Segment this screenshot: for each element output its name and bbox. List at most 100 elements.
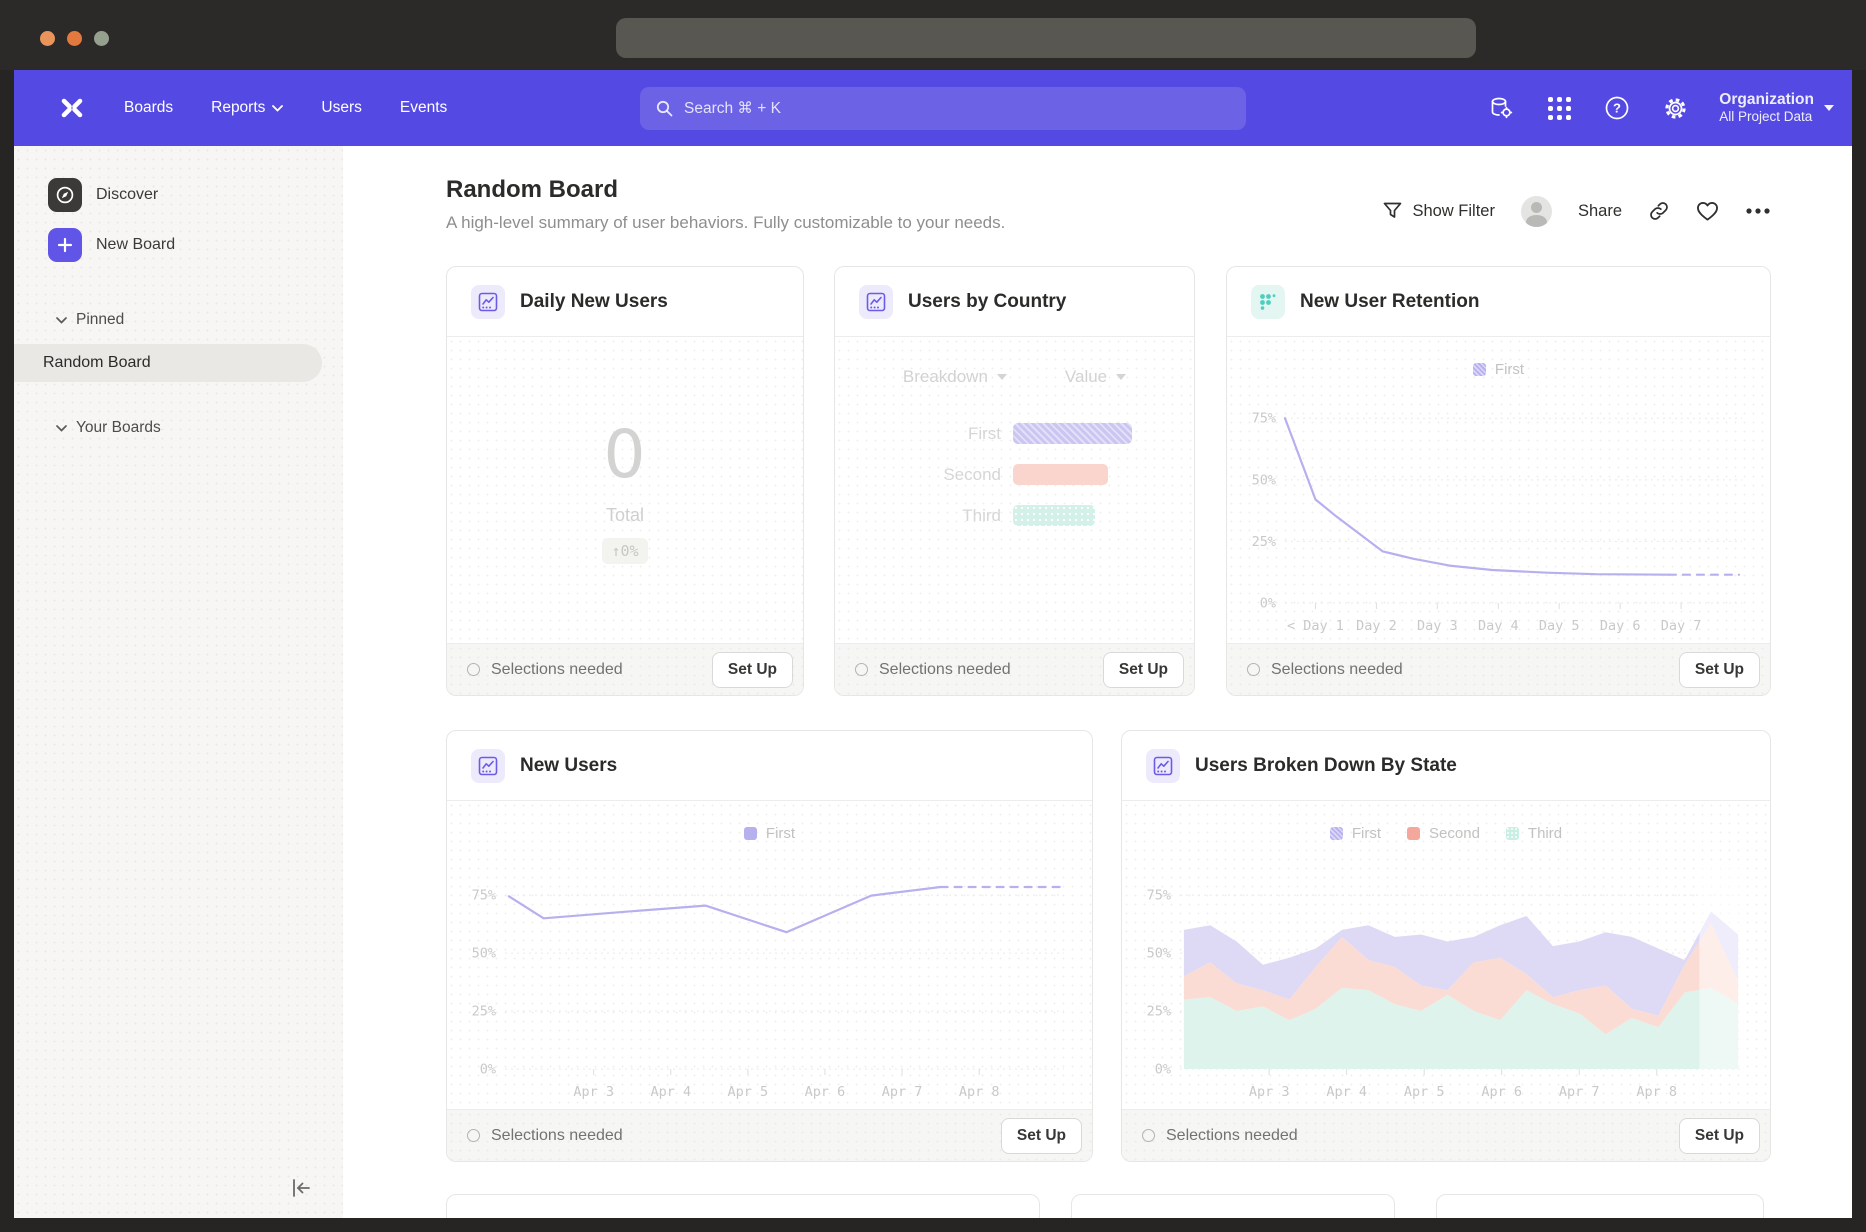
browser-address-bar[interactable] [616,18,1476,58]
svg-text:Day 6: Day 6 [1600,618,1641,634]
legend-swatch-first [1330,827,1343,840]
bar-first [1013,423,1132,444]
new-users-line-chart: 0%25%50%75%Apr 3Apr 4Apr 5Apr 6Apr 7Apr … [459,853,1078,1101]
page-title: Random Board [446,176,1005,204]
share-button[interactable]: Share [1578,202,1622,221]
svg-text:50%: 50% [1252,472,1276,488]
window-close-button[interactable] [40,31,55,46]
data-management-icon[interactable] [1487,94,1515,122]
line-chart-icon [471,285,505,319]
value-dropdown[interactable]: Value [1065,367,1126,387]
metric-label: Total [606,505,644,526]
card-new-user-retention: New User Retention First 0%25%50%75%< Da… [1226,266,1771,696]
svg-text:75%: 75% [1147,888,1171,904]
svg-text:0%: 0% [1260,596,1276,612]
status-circle-icon [467,663,480,676]
status-selections-needed: Selections needed [467,661,623,679]
legend-swatch-second [1407,827,1420,840]
nav-item-reports-label: Reports [211,99,265,117]
show-filter-button[interactable]: Show Filter [1383,202,1495,221]
stacked-area-chart: 0%25%50%75%Apr 3Apr 4Apr 5Apr 6Apr 7Apr … [1134,853,1756,1101]
page-subtitle: A high-level summary of user behaviors. … [446,213,1005,233]
chevron-down-icon [272,105,283,112]
favorite-heart-icon[interactable] [1696,201,1719,222]
help-icon[interactable]: ? [1603,94,1631,122]
search-input[interactable]: Search ⌘ + K [640,87,1246,130]
search-icon [656,100,673,117]
set-up-button[interactable]: Set Up [1103,652,1184,688]
plus-icon [48,228,82,262]
window-zoom-button[interactable] [94,31,109,46]
copy-link-icon[interactable] [1648,200,1670,222]
svg-text:25%: 25% [472,1004,496,1020]
status-circle-icon [467,1129,480,1142]
sidebar-collapse-button[interactable] [287,1174,315,1202]
settings-gear-icon[interactable] [1661,94,1689,122]
sidebar: Discover New Board Pinned Random Board Y… [14,146,343,1218]
more-options-icon[interactable] [1745,207,1771,215]
sidebar-section-pinned[interactable]: Pinned [56,310,343,330]
chevron-down-icon [997,374,1007,380]
apps-grid-icon[interactable] [1545,94,1573,122]
card-users-by-state: Users Broken Down By State First Second … [1121,730,1771,1162]
card-active-users: Active Users [1436,1194,1764,1218]
chart-legend: First [1227,361,1770,378]
set-up-button[interactable]: Set Up [1679,652,1760,688]
nav-item-events[interactable]: Events [400,99,447,117]
section-label: Pinned [76,311,124,329]
show-filter-label: Show Filter [1412,202,1495,221]
metric-delta-badge: ↑0% [602,538,647,564]
legend-swatch-first [1473,363,1486,376]
status-circle-icon [855,663,868,676]
board-link-label: Random Board [43,354,151,372]
window-minimize-button[interactable] [67,31,82,46]
status-selections-needed: Selections needed [855,661,1011,679]
sidebar-item-random-board[interactable]: Random Board [14,344,322,382]
svg-text:Day 2: Day 2 [1356,618,1397,634]
sidebar-section-your-boards[interactable]: Your Boards [56,418,343,438]
sidebar-item-label: Discover [96,186,158,204]
chevron-down-icon [56,425,67,432]
bar-label: Second [863,465,1001,485]
status-selections-needed: Selections needed [1247,661,1403,679]
svg-text:Day 4: Day 4 [1478,618,1519,634]
svg-text:75%: 75% [472,888,496,904]
card-new-users: New Users First 0%25%50%75%Apr 3Apr 4Apr… [446,730,1093,1162]
avatar[interactable] [1521,196,1552,227]
card-users-by-country: Users by Country Breakdown Value First S… [834,266,1195,696]
nav-item-users[interactable]: Users [321,99,361,117]
nav-item-reports[interactable]: Reports [211,99,283,117]
svg-text:Apr 6: Apr 6 [805,1084,846,1100]
set-up-button[interactable]: Set Up [1001,1118,1082,1154]
org-name: Organization [1719,90,1814,109]
sidebar-item-discover[interactable]: Discover [48,174,343,216]
bar-row-third: Third [835,495,1194,536]
card-title: Daily New Users [520,291,668,313]
chevron-down-icon [1824,105,1834,111]
set-up-button[interactable]: Set Up [712,652,793,688]
nav-item-boards[interactable]: Boards [124,99,173,117]
svg-text:?: ? [1613,101,1621,116]
bar-row-first: First [835,413,1194,454]
svg-text:Apr 3: Apr 3 [573,1084,614,1100]
svg-text:25%: 25% [1147,1004,1171,1020]
metric-value: 0 [604,416,647,493]
org-switcher[interactable]: Organization All Project Data [1719,90,1834,126]
app-window: Boards Reports Users Events Search ⌘ + K [14,70,1852,1218]
breakdown-dropdown[interactable]: Breakdown [903,367,1007,387]
card-title: Users by Country [908,291,1066,313]
compass-icon [48,178,82,212]
svg-text:50%: 50% [472,946,496,962]
bar-second [1013,464,1108,485]
mixpanel-logo-icon[interactable] [54,90,90,126]
status-selections-needed: Selections needed [1142,1127,1298,1145]
org-project: All Project Data [1719,109,1814,126]
bar-row-second: Second [835,454,1194,495]
svg-text:Apr 3: Apr 3 [1249,1084,1290,1100]
svg-text:Apr 8: Apr 8 [959,1084,1000,1100]
card-title: New Users [520,755,617,777]
sidebar-item-new-board[interactable]: New Board [48,224,343,266]
svg-text:Apr 5: Apr 5 [1404,1084,1445,1100]
set-up-button[interactable]: Set Up [1679,1118,1760,1154]
svg-text:Apr 4: Apr 4 [650,1084,691,1100]
